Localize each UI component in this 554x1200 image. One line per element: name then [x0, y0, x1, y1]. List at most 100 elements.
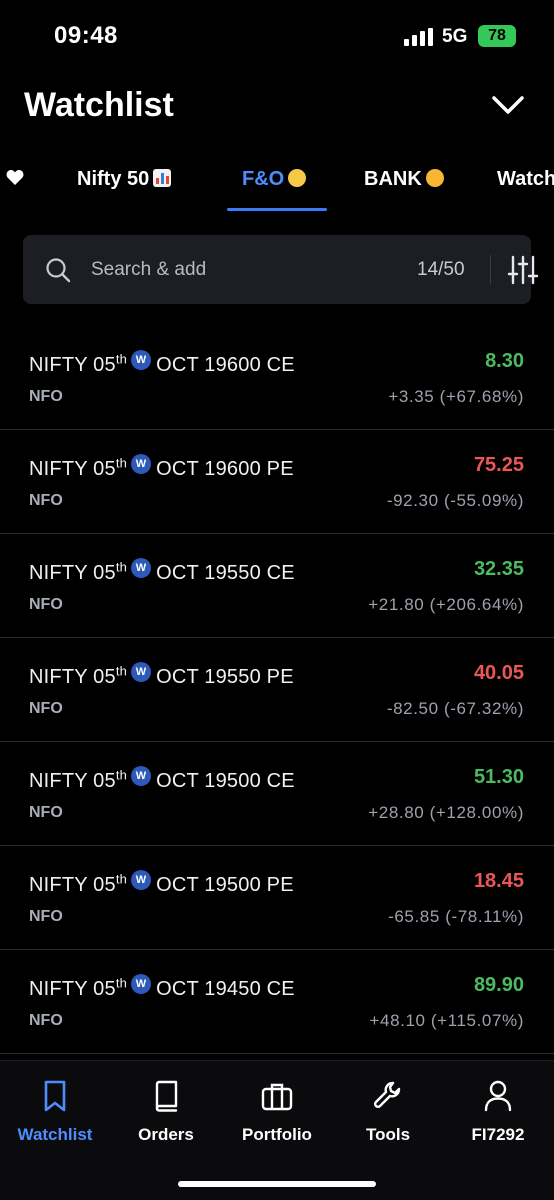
weekly-expiry-badge: W	[131, 558, 152, 578]
nav-label: FI7292	[471, 1125, 525, 1144]
book-icon	[155, 1080, 178, 1112]
last-price: 75.25	[473, 454, 524, 476]
watchlist-row[interactable]: NIFTY 05th W OCT 19450 CE NFO 89.90 +48.10 (+…	[0, 950, 554, 1054]
date-suffix: th	[115, 767, 128, 783]
nav-label: Watchlist	[17, 1125, 93, 1144]
instrument-prefix: NIFTY 05	[29, 770, 116, 792]
weekly-expiry-badge: W	[131, 662, 152, 682]
watchlist-row[interactable]: NIFTY 05th W OCT 19550 CE NFO 32.35 +21.80 (+…	[0, 534, 554, 638]
rolling-eyes-emoji	[288, 169, 307, 187]
instrument-prefix: NIFTY 05	[29, 874, 116, 896]
nav-orders[interactable]: Orders	[111, 1079, 221, 1145]
search-input[interactable]	[91, 257, 331, 283]
chart-emoji	[153, 169, 172, 187]
instrument-suffix: OCT 19600 CE	[156, 354, 295, 376]
home-indicator	[178, 1181, 376, 1187]
last-price: 18.45	[473, 870, 524, 892]
date-suffix: th	[115, 975, 128, 991]
tab-label: Nifty 50	[77, 168, 150, 190]
price-change: -65.85 (-78.11%)	[388, 907, 524, 926]
watchlist-row[interactable]: NIFTY 05th W OCT 19550 PE NFO 40.05 -82.50 (-…	[0, 638, 554, 742]
heart-eyes-emoji	[425, 169, 444, 187]
last-price: 89.90	[473, 974, 524, 996]
watchlist-row[interactable]: NIFTY 05th W OCT 19600 CE NFO 8.30 +3.35 (+67…	[0, 326, 554, 430]
exchange-label: NFO	[29, 804, 63, 821]
page-title: Watchlist	[24, 86, 174, 124]
tab-bank[interactable]: BANK	[364, 168, 444, 191]
price-change: -82.50 (-67.32%)	[386, 699, 524, 718]
search-divider	[490, 255, 491, 284]
search-icon	[46, 258, 71, 283]
exchange-label: NFO	[29, 388, 63, 405]
nav-watchlist[interactable]: Watchlist	[0, 1079, 110, 1145]
instrument-suffix: OCT 19500 CE	[156, 770, 295, 792]
watchlist-row[interactable]: NIFTY 05th W OCT 19600 PE NFO 75.25 -92.30 (-…	[0, 430, 554, 534]
nav-label: Orders	[138, 1125, 194, 1144]
instrument-name: NIFTY 05th W OCT 19550 PE	[29, 662, 294, 689]
favorites-heart-icon[interactable]	[6, 170, 24, 186]
status-time: 09:48	[54, 22, 118, 49]
exchange-label: NFO	[29, 908, 63, 925]
weekly-expiry-badge: W	[131, 350, 152, 370]
tab-label: F&O	[242, 168, 285, 190]
watchlist-row[interactable]: NIFTY 05th W OCT 19500 PE NFO 18.45 -65.85 (-…	[0, 846, 554, 950]
tab-watch[interactable]: Watch	[497, 168, 554, 191]
active-tab-indicator	[227, 208, 327, 211]
nav-profile[interactable]: FI7292	[443, 1079, 553, 1145]
instrument-suffix: OCT 19550 CE	[156, 562, 295, 584]
exchange-label: NFO	[29, 596, 63, 613]
briefcase-icon	[261, 1083, 293, 1111]
instrument-suffix: OCT 19550 PE	[156, 666, 294, 688]
exchange-label: NFO	[29, 492, 63, 509]
price-change: -92.30 (-55.09%)	[386, 491, 524, 510]
user-icon	[484, 1080, 512, 1112]
date-suffix: th	[115, 871, 128, 887]
instrument-name: NIFTY 05th W OCT 19500 CE	[29, 766, 295, 793]
tab-label: Watch	[497, 168, 554, 190]
instrument-name: NIFTY 05th W OCT 19600 PE	[29, 454, 294, 481]
nav-tools[interactable]: Tools	[333, 1079, 443, 1145]
bookmark-icon	[44, 1080, 66, 1112]
battery-level: 78	[488, 27, 506, 44]
instrument-prefix: NIFTY 05	[29, 978, 116, 1000]
watchlist-row[interactable]: NIFTY 05th W OCT 19500 CE NFO 51.30 +28.80 (+…	[0, 742, 554, 846]
price-change: +28.80 (+128.00%)	[368, 803, 524, 822]
date-suffix: th	[115, 455, 128, 471]
weekly-expiry-badge: W	[131, 766, 152, 786]
nav-label: Portfolio	[242, 1125, 312, 1144]
weekly-expiry-badge: W	[131, 974, 152, 994]
instrument-name: NIFTY 05th W OCT 19550 CE	[29, 558, 295, 585]
last-price: 40.05	[473, 662, 524, 684]
watchlist-tabs: Nifty 50 F&O BANK Watch	[0, 160, 554, 212]
wrench-icon	[373, 1081, 401, 1109]
date-suffix: th	[115, 663, 128, 679]
last-price: 8.30	[485, 350, 524, 372]
weekly-expiry-badge: W	[131, 870, 152, 890]
instrument-name: NIFTY 05th W OCT 19600 CE	[29, 350, 295, 377]
instrument-prefix: NIFTY 05	[29, 354, 116, 376]
chevron-down-icon[interactable]	[490, 92, 526, 120]
tab-fo[interactable]: F&O	[242, 168, 307, 191]
instrument-suffix: OCT 19500 PE	[156, 874, 294, 896]
nav-portfolio[interactable]: Portfolio	[222, 1079, 332, 1145]
instrument-prefix: NIFTY 05	[29, 666, 116, 688]
network-type: 5G	[442, 26, 468, 47]
date-suffix: th	[115, 559, 128, 575]
instrument-suffix: OCT 19600 PE	[156, 458, 294, 480]
last-price: 32.35	[473, 558, 524, 580]
instrument-prefix: NIFTY 05	[29, 562, 116, 584]
weekly-expiry-badge: W	[131, 454, 152, 474]
instrument-prefix: NIFTY 05	[29, 458, 116, 480]
exchange-label: NFO	[29, 1012, 63, 1029]
last-price: 51.30	[473, 766, 524, 788]
tab-nifty-50[interactable]: Nifty 50	[77, 168, 172, 191]
signal-icon	[404, 28, 433, 46]
date-suffix: th	[115, 351, 128, 367]
price-change: +48.10 (+115.07%)	[369, 1011, 524, 1030]
status-bar: 09:48 5G 78	[0, 0, 554, 70]
price-change: +21.80 (+206.64%)	[368, 595, 524, 614]
search-bar[interactable]: 14/50	[23, 235, 539, 304]
bottom-navigation: Watchlist Orders Portfolio Tools FI7292	[0, 1060, 554, 1200]
filter-sliders-icon[interactable]	[507, 255, 539, 285]
watchlist: NIFTY 05th W OCT 19600 CE NFO 8.30 +3.35 (+67…	[0, 326, 554, 1054]
